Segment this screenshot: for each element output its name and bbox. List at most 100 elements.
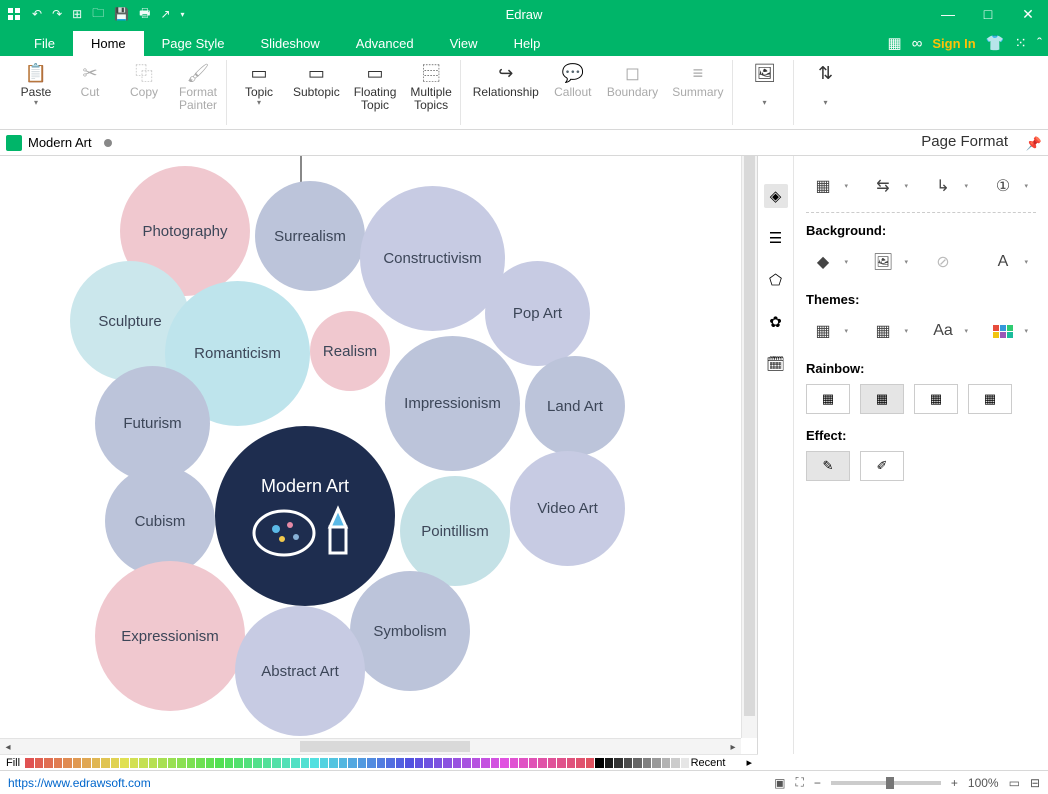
layout-shapes-button[interactable]: ▦▾ [806,172,840,200]
color-swatch[interactable] [291,758,300,768]
sign-in-button[interactable]: Sign In [932,36,975,51]
color-swatch[interactable] [415,758,424,768]
zoom-slider[interactable] [831,781,941,785]
color-swatch[interactable] [44,758,53,768]
qat-save[interactable]: 💾 [114,7,129,21]
paste-button[interactable]: 📋Paste▾ [16,62,56,112]
color-swatch[interactable] [434,758,443,768]
window-maximize[interactable]: □ [968,0,1008,28]
color-swatch[interactable] [500,758,509,768]
color-swatch[interactable] [662,758,671,768]
copy-button[interactable]: ⿻Copy [124,62,164,112]
color-swatch[interactable] [367,758,376,768]
color-swatch[interactable] [196,758,205,768]
color-swatch[interactable] [358,758,367,768]
color-swatch[interactable] [595,758,604,768]
color-swatch[interactable] [187,758,196,768]
relationship-button[interactable]: ↪Relationship [473,62,539,99]
node-cubism[interactable]: Cubism [105,466,215,576]
color-swatch[interactable] [82,758,91,768]
color-swatch[interactable] [206,758,215,768]
document-tab[interactable]: Modern Art [28,135,92,150]
rainbow-option-4[interactable]: ▦ [968,384,1012,414]
presentation-icon[interactable]: ▭ [1009,776,1020,790]
node-impressionism[interactable]: Impressionism [385,336,520,471]
color-swatch[interactable] [101,758,110,768]
fullscreen-icon[interactable]: ⊟ [1030,776,1040,790]
color-swatch[interactable] [54,758,63,768]
cut-button[interactable]: ✂Cut [70,62,110,112]
color-swatch[interactable] [443,758,452,768]
qat-new[interactable]: ⊞ [72,7,82,21]
canvas[interactable]: Modern Art Photography Surrealism Constr… [0,156,758,754]
color-swatch[interactable] [339,758,348,768]
color-swatch[interactable] [567,758,576,768]
tab-view[interactable]: View [432,31,496,56]
color-swatch[interactable] [263,758,272,768]
color-swatch[interactable] [92,758,101,768]
panel-tab-format-icon[interactable]: ◈ [764,184,788,208]
color-swatch[interactable] [576,758,585,768]
color-swatch[interactable] [453,758,462,768]
node-realism[interactable]: Realism [310,311,390,391]
scroll-right-icon[interactable]: ▸ [725,739,741,754]
color-swatch[interactable] [681,758,690,768]
bg-fill-button[interactable]: ◆▾ [806,248,840,276]
qat-undo[interactable]: ↶ [32,7,42,21]
node-surrealism[interactable]: Surrealism [255,181,365,291]
rainbow-option-2[interactable]: ▦ [860,384,904,414]
rainbow-option-3[interactable]: ▦ [914,384,958,414]
theme-fonts-button[interactable]: Aa▾ [926,317,960,345]
fit-width-icon[interactable]: ⛶ [795,775,803,790]
color-swatch[interactable] [538,758,547,768]
qat-open[interactable]: 🗀 [92,4,104,25]
color-swatch[interactable] [519,758,528,768]
node-abstract[interactable]: Abstract Art [235,606,365,736]
qat-print[interactable]: 🖶 [139,4,150,25]
color-swatch[interactable] [481,758,490,768]
color-swatch[interactable] [225,758,234,768]
color-swatch[interactable] [253,758,262,768]
collapse-ribbon-icon[interactable]: ˆ [1037,35,1042,52]
apps-icon[interactable]: ⁙ [1014,34,1027,52]
color-swatch[interactable] [652,758,661,768]
layout-connector-button[interactable]: ↳▾ [926,172,960,200]
color-swatch[interactable] [177,758,186,768]
color-swatch[interactable] [529,758,538,768]
color-swatch[interactable] [377,758,386,768]
theme-gallery-button[interactable]: ▦▾ [806,317,840,345]
color-swatch[interactable] [396,758,405,768]
color-swatch[interactable] [624,758,633,768]
bg-remove-button[interactable]: ⊘ [926,248,960,276]
color-swatch[interactable] [405,758,414,768]
node-expressionism[interactable]: Expressionism [95,561,245,711]
tshirt-icon[interactable]: 👕 [986,34,1005,52]
panel-tab-style-icon[interactable]: ⬠ [764,268,788,292]
color-swatch[interactable] [491,758,500,768]
tab-file[interactable]: File [16,31,73,56]
color-swatch[interactable] [35,758,44,768]
color-swatch[interactable] [548,758,557,768]
tab-advanced[interactable]: Advanced [338,31,432,56]
qat-dropdown-icon[interactable]: ▾ [181,10,185,19]
color-swatch[interactable] [63,758,72,768]
color-swatch[interactable] [348,758,357,768]
floating-topic-button[interactable]: ▭Floating Topic [354,62,397,112]
node-pointillism[interactable]: Pointillism [400,476,510,586]
color-swatch[interactable] [215,758,224,768]
tab-home[interactable]: Home [73,31,144,56]
color-swatch[interactable] [633,758,642,768]
color-swatch[interactable] [643,758,652,768]
color-swatch[interactable] [158,758,167,768]
node-landart[interactable]: Land Art [525,356,625,456]
fit-page-icon[interactable]: ▣ [774,776,785,790]
window-close[interactable]: ✕ [1008,0,1048,28]
topic-button[interactable]: ▭Topic▾ [239,62,279,112]
color-swatch[interactable] [671,758,680,768]
qr-icon[interactable]: ▦ [888,34,902,52]
format-painter-button[interactable]: 🖌Format Painter [178,62,218,112]
color-swatch[interactable] [73,758,82,768]
multiple-topics-button[interactable]: ⿳Multiple Topics [410,62,451,112]
callout-button[interactable]: 💬Callout [553,62,593,99]
node-constructivism[interactable]: Constructivism [360,186,505,331]
